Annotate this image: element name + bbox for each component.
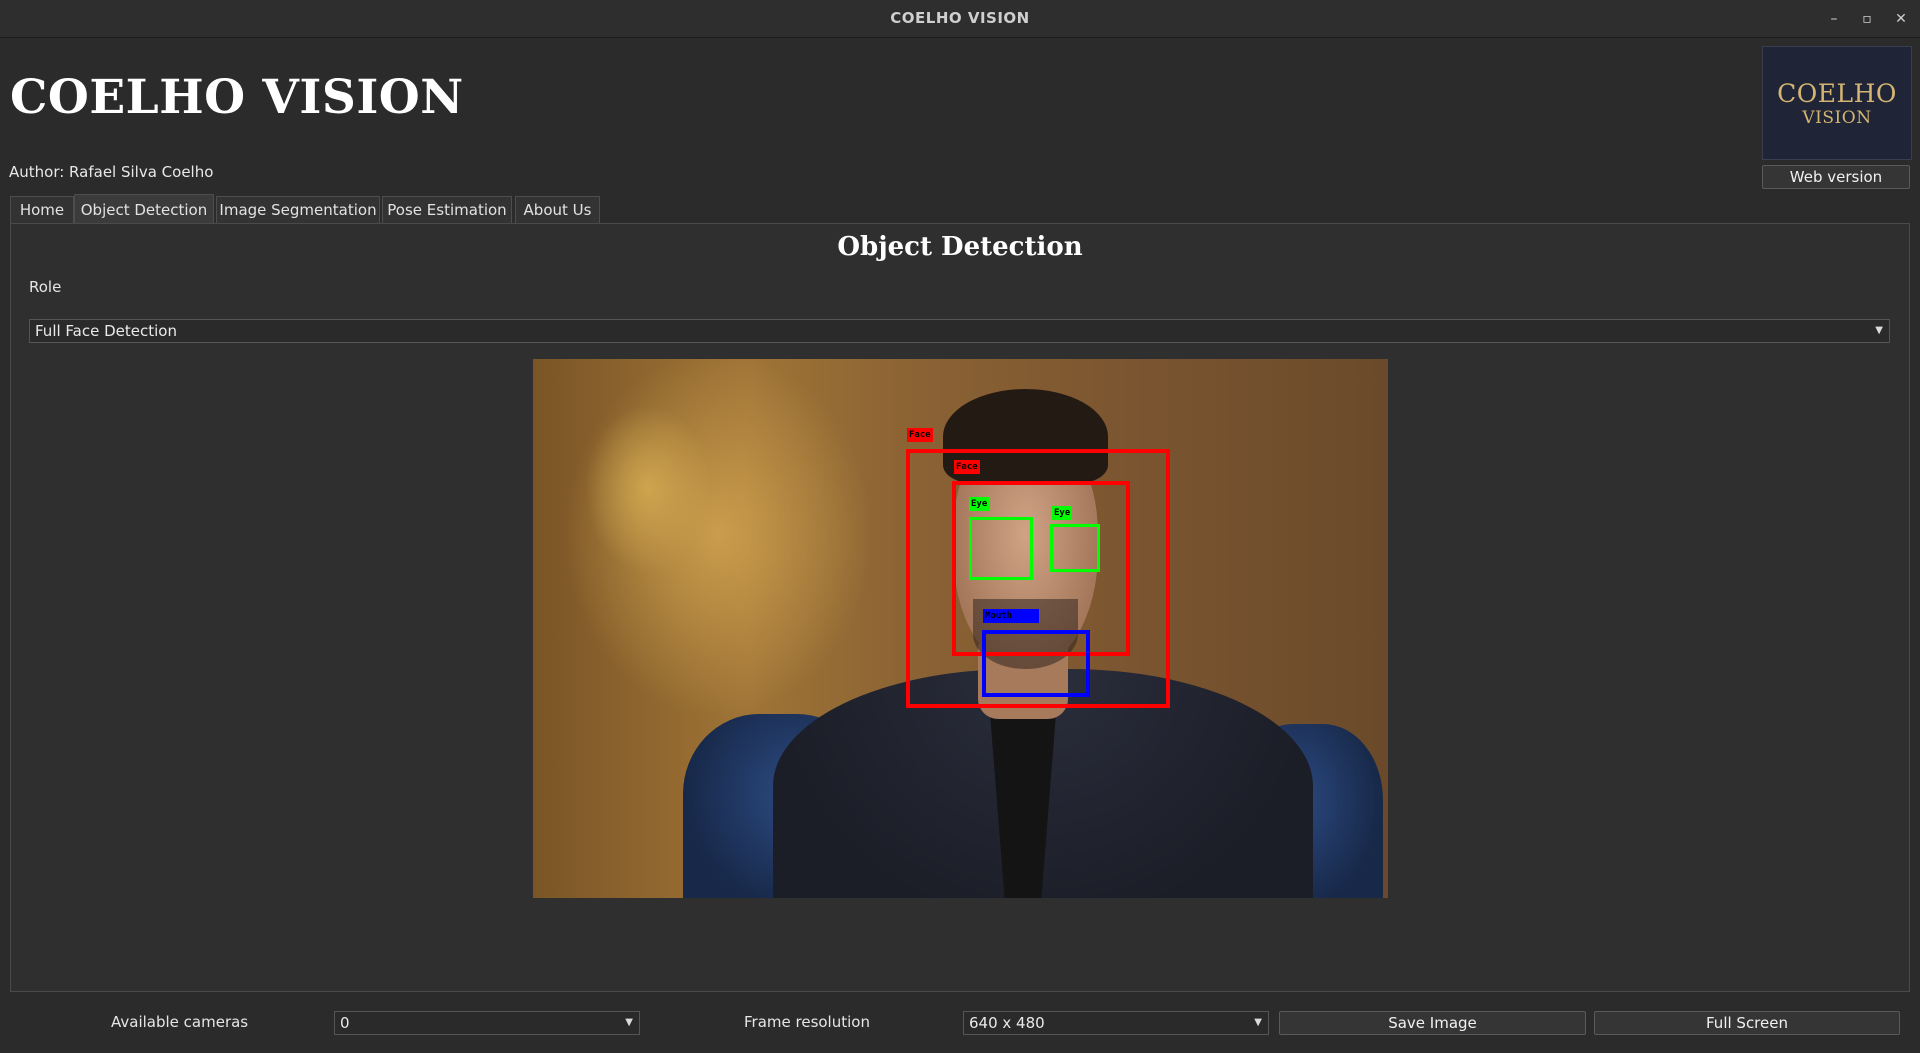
author-label: Author: Rafael Silva Coelho: [9, 163, 214, 181]
full-screen-button[interactable]: Full Screen: [1594, 1011, 1900, 1035]
eye-detection-box: [1050, 524, 1100, 572]
panel-title: Object Detection: [837, 232, 1083, 262]
window-title: COELHO VISION: [890, 9, 1030, 27]
detection-label: Eye: [969, 497, 990, 511]
available-cameras-label: Available cameras: [111, 1013, 249, 1031]
app-title: COELHO VISION: [10, 70, 464, 125]
chevron-down-icon: ▼: [625, 1017, 633, 1028]
detection-label: Face: [907, 428, 933, 442]
chevron-down-icon: ▼: [1254, 1017, 1262, 1028]
detection-label: Mouth: [983, 609, 1039, 623]
tab-pose-estimation[interactable]: Pose Estimation: [382, 196, 512, 223]
tab-image-segmentation[interactable]: Image Segmentation: [216, 196, 380, 223]
camera-frame: Face Face Eye Eye Mouth: [533, 359, 1388, 898]
tab-object-detection[interactable]: Object Detection: [74, 194, 214, 224]
logo-line-2: VISION: [1802, 108, 1872, 128]
chevron-down-icon: ▼: [1875, 325, 1883, 336]
role-select-value: Full Face Detection: [35, 322, 177, 340]
window-titlebar: COELHO VISION – ▫ ✕: [0, 0, 1920, 38]
frame-resolution-label: Frame resolution: [744, 1013, 870, 1031]
save-image-button[interactable]: Save Image: [1279, 1011, 1586, 1035]
detection-label: Face: [954, 460, 980, 474]
web-version-button[interactable]: Web version: [1762, 165, 1910, 189]
role-select[interactable]: Full Face Detection ▼: [29, 319, 1890, 343]
maximize-icon[interactable]: ▫: [1857, 9, 1877, 29]
camera-select-value: 0: [340, 1014, 350, 1032]
detection-label: Eye: [1052, 506, 1073, 520]
mouth-detection-box: [982, 630, 1090, 697]
close-icon[interactable]: ✕: [1891, 9, 1911, 29]
resolution-select[interactable]: 640 x 480 ▼: [963, 1011, 1269, 1035]
tab-home[interactable]: Home: [10, 196, 74, 223]
app-logo: COELHO VISION: [1762, 46, 1912, 160]
role-label: Role: [29, 278, 62, 296]
minimize-icon[interactable]: –: [1824, 9, 1844, 29]
eye-detection-box: [969, 517, 1033, 580]
tab-about-us[interactable]: About Us: [515, 196, 600, 223]
logo-line-1: COELHO: [1777, 79, 1897, 108]
resolution-select-value: 640 x 480: [969, 1014, 1045, 1032]
camera-select[interactable]: 0 ▼: [334, 1011, 640, 1035]
